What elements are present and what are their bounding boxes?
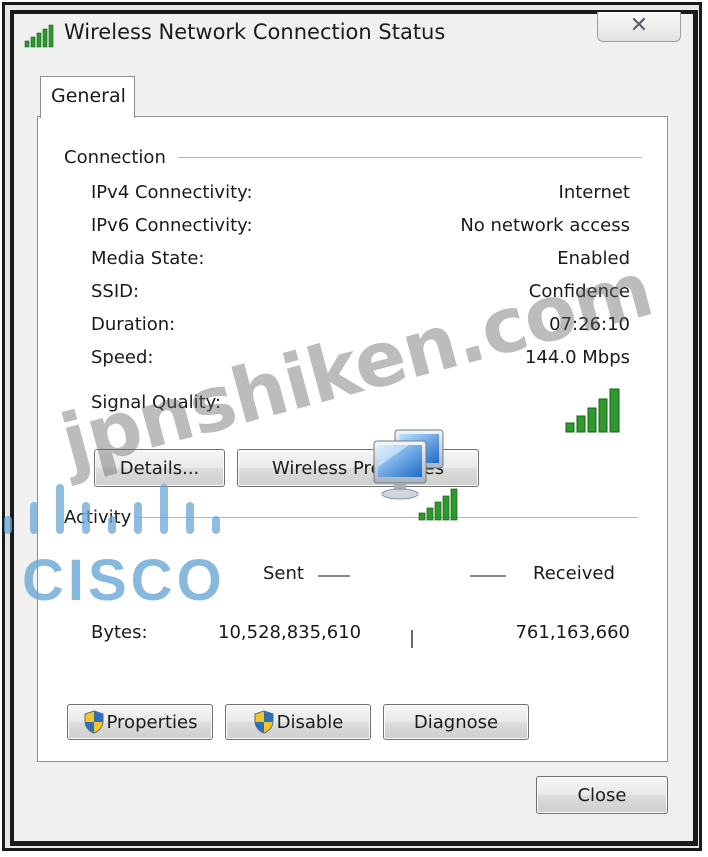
diagnose-button[interactable]: Diagnose xyxy=(383,704,529,740)
bytes-divider xyxy=(411,630,413,648)
close-button[interactable]: Close xyxy=(536,776,668,814)
received-connector-line xyxy=(470,575,506,577)
uac-shield-icon xyxy=(84,710,104,734)
cisco-logo-text: CISCO xyxy=(22,548,220,608)
received-label: Received xyxy=(533,563,615,584)
close-icon[interactable]: ✕ xyxy=(597,12,681,42)
ipv4-label: IPv4 Connectivity: xyxy=(91,182,253,203)
speed-label: Speed: xyxy=(91,347,154,368)
cisco-logo-watermark: CISCO xyxy=(4,484,220,608)
connection-divider xyxy=(178,157,642,158)
uac-shield-icon xyxy=(254,710,274,734)
bytes-received-value: 761,163,660 xyxy=(515,622,630,643)
media-state-label: Media State: xyxy=(91,248,205,269)
signal-quality-icon xyxy=(565,388,620,433)
properties-button[interactable]: Properties xyxy=(67,704,213,740)
disable-button[interactable]: Disable xyxy=(225,704,371,740)
window-title: Wireless Network Connection Status xyxy=(64,20,446,44)
network-computers-icon xyxy=(373,429,458,521)
ipv6-label: IPv6 Connectivity: xyxy=(91,215,253,236)
tab-general[interactable]: General xyxy=(40,76,135,118)
sent-label: Sent xyxy=(263,563,304,584)
properties-button-label: Properties xyxy=(106,711,198,733)
wireless-signal-icon xyxy=(24,24,54,48)
ipv4-value: Internet xyxy=(558,182,630,203)
bytes-sent-value: 10,528,835,610 xyxy=(218,622,362,643)
bytes-label: Bytes: xyxy=(91,622,148,643)
ssid-label: SSID: xyxy=(91,281,140,302)
connection-heading: Connection xyxy=(64,147,172,168)
ipv6-value: No network access xyxy=(460,215,630,236)
sent-connector-line xyxy=(318,575,350,577)
duration-label: Duration: xyxy=(91,314,176,335)
disable-button-label: Disable xyxy=(276,711,344,733)
